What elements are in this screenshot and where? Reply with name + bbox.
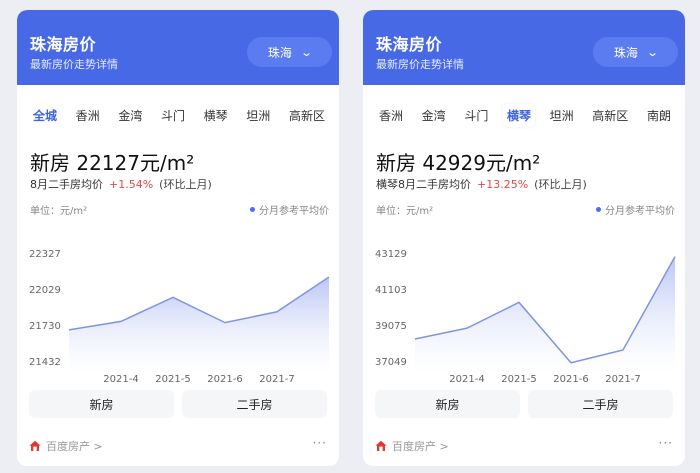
city-selector-button[interactable]: 珠海 ⌄	[247, 37, 332, 67]
district-tabs: 全城 香洲 金湾 斗门 横琴 坦洲 高新区	[23, 100, 335, 130]
tab-district[interactable]: 南朗	[643, 104, 675, 127]
card-header: 珠海房价 最新房价走势详情 珠海 ⌄	[363, 10, 685, 85]
y-tick-label: 22327	[29, 249, 61, 260]
card-header: 珠海房价 最新房价走势详情 珠海 ⌄	[17, 10, 339, 85]
source-link[interactable]: 百度房产 >	[29, 438, 103, 454]
tab-district[interactable]: 香洲	[72, 104, 104, 127]
tab-district[interactable]: 斗门	[157, 104, 189, 127]
y-tick-label: 39075	[375, 321, 407, 332]
price-card-citywide: 珠海房价 最新房价走势详情 珠海 ⌄ 全城 香洲 金湾 斗门 横琴 坦洲 高新区…	[17, 10, 339, 466]
x-tick-label: 2021-6	[553, 374, 588, 385]
city-selector-label: 珠海	[267, 45, 292, 60]
area-fill	[69, 277, 329, 373]
unit-label: 单位：元/m²	[376, 206, 434, 217]
chevron-down-icon: ⌄	[646, 45, 659, 59]
resale-home-button[interactable]: 二手房	[528, 390, 673, 418]
resale-label: 8月二手房均价	[30, 178, 103, 191]
y-tick-label: 21730	[29, 321, 61, 332]
card-title: 珠海房价	[376, 35, 443, 54]
card-title: 珠海房价	[30, 35, 97, 54]
y-tick-label: 22029	[29, 285, 61, 296]
tab-district[interactable]: 斗门	[460, 104, 492, 127]
tab-district[interactable]: 全城	[29, 104, 61, 127]
district-tabs: 香洲 金湾 斗门 横琴 坦洲 高新区 南朗	[369, 100, 681, 130]
tab-district[interactable]: 横琴	[200, 104, 232, 127]
y-tick-label: 37049	[375, 357, 407, 368]
legend-label: 分月参考平均价	[259, 206, 329, 217]
x-tick-label: 2021-7	[259, 374, 294, 385]
resale-home-button[interactable]: 二手房	[182, 390, 327, 418]
house-logo-icon	[375, 440, 387, 451]
tab-district[interactable]: 坦洲	[242, 104, 274, 127]
price-trend-chart: 22327 22029 21730 21432 2021-4 2021-5 2021-6 20…	[29, 249, 330, 385]
chevron-down-icon: ⌄	[300, 45, 313, 59]
unit-label: 单位：元/m²	[30, 206, 88, 217]
tab-district[interactable]: 坦洲	[546, 104, 578, 127]
new-home-price: 新房 42929元/m²	[376, 151, 541, 175]
house-logo-icon	[29, 440, 41, 451]
y-tick-label: 41103	[375, 285, 407, 296]
tab-district[interactable]: 金湾	[114, 104, 146, 127]
card-subtitle: 最新房价走势详情	[30, 58, 118, 71]
x-tick-label: 2021-5	[501, 374, 536, 385]
more-options-icon[interactable]: ···	[313, 436, 327, 450]
card-subtitle: 最新房价走势详情	[376, 58, 464, 71]
source-label: 百度房产 >	[46, 440, 103, 453]
x-tick-label: 2021-4	[103, 374, 138, 385]
legend-dot-icon	[250, 207, 255, 212]
city-selector-label: 珠海	[613, 45, 638, 60]
tab-district[interactable]: 高新区	[588, 104, 632, 127]
chart-legend: 分月参考平均价	[596, 202, 675, 217]
new-home-button[interactable]: 新房	[375, 390, 520, 418]
city-selector-button[interactable]: 珠海 ⌄	[593, 37, 678, 67]
price-card-hengqin: 珠海房价 最新房价走势详情 珠海 ⌄ 香洲 金湾 斗门 横琴 坦洲 高新区 南朗…	[363, 10, 685, 466]
y-tick-label: 21432	[29, 357, 61, 368]
resale-price-line: 8月二手房均价 +1.54% (环比上月)	[30, 176, 212, 192]
change-note: (环比上月)	[534, 178, 587, 191]
new-home-button[interactable]: 新房	[29, 390, 174, 418]
source-link[interactable]: 百度房产 >	[375, 438, 449, 454]
resale-label: 横琴8月二手房均价	[376, 178, 471, 191]
change-percent: +1.54%	[109, 178, 154, 191]
legend-dot-icon	[596, 207, 601, 212]
more-options-icon[interactable]: ···	[659, 436, 673, 450]
x-tick-label: 2021-7	[605, 374, 640, 385]
change-note: (环比上月)	[159, 178, 212, 191]
tab-district[interactable]: 横琴	[502, 103, 535, 127]
price-trend-chart: 43129 41103 39075 37049 2021-4 2021-5 2021-6 20…	[375, 249, 676, 385]
tab-district[interactable]: 高新区	[285, 104, 329, 127]
source-label: 百度房产 >	[392, 440, 449, 453]
y-tick-label: 43129	[375, 249, 407, 260]
change-percent: +13.25%	[477, 178, 529, 191]
x-tick-label: 2021-4	[449, 374, 484, 385]
legend-label: 分月参考平均价	[605, 206, 675, 217]
tab-district[interactable]: 香洲	[375, 104, 407, 127]
x-tick-label: 2021-6	[207, 374, 242, 385]
new-home-price: 新房 22127元/m²	[30, 151, 195, 175]
chart-legend: 分月参考平均价	[250, 202, 329, 217]
area-fill	[415, 256, 675, 373]
resale-price-line: 横琴8月二手房均价 +13.25% (环比上月)	[376, 176, 587, 192]
tab-district[interactable]: 金湾	[418, 104, 450, 127]
x-tick-label: 2021-5	[155, 374, 190, 385]
